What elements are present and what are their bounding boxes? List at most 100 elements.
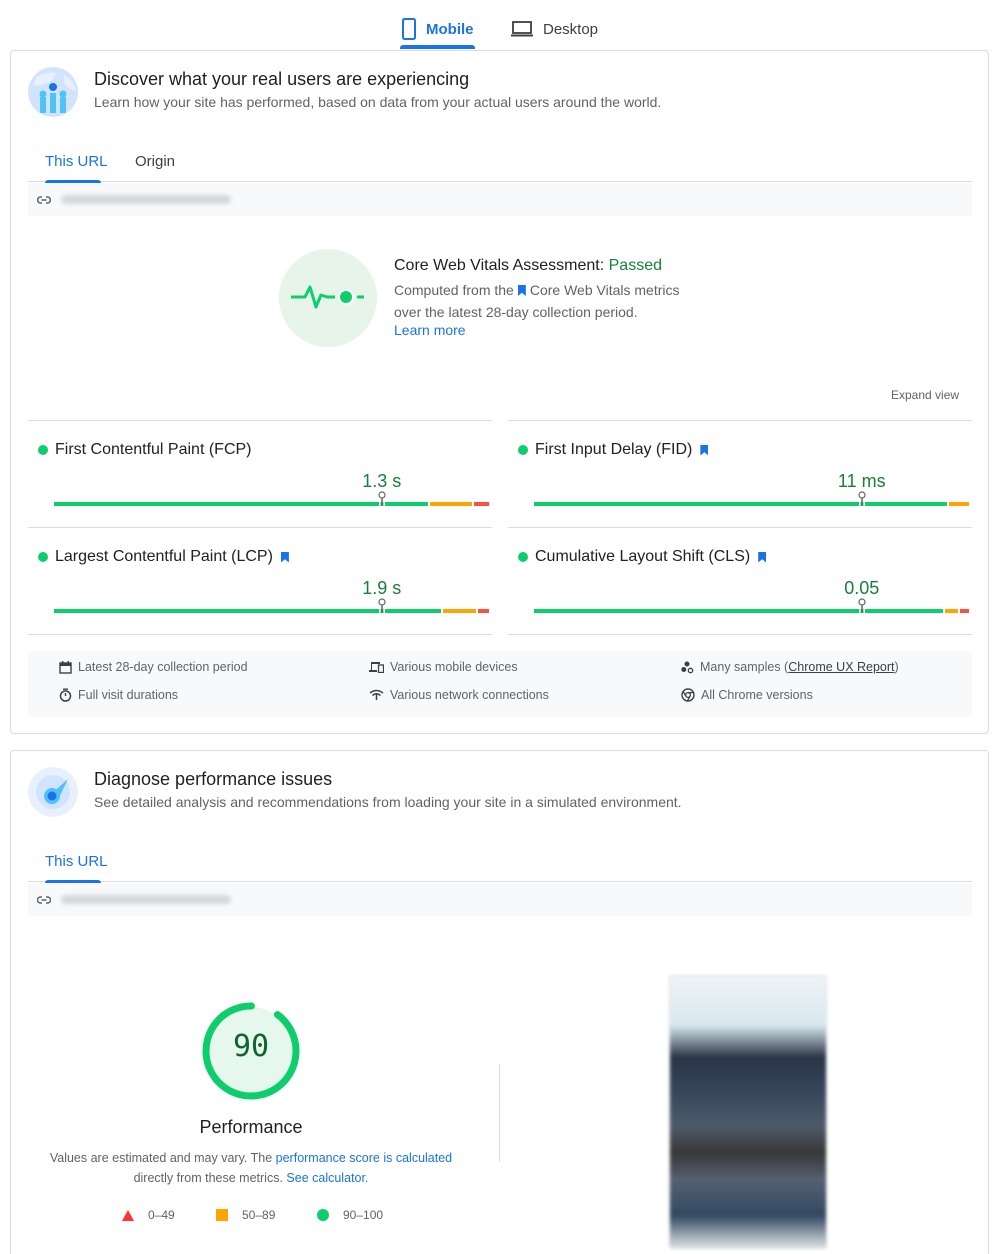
tab-mobile-label: Mobile (426, 20, 474, 38)
performance-description: Values are estimated and may vary. The p… (41, 1148, 461, 1188)
needs-improvement-segment (944, 609, 959, 613)
expand-view-button[interactable]: Expand view (891, 388, 959, 402)
field-url-tabs: This URL Origin (28, 140, 972, 183)
core-vital-bookmark-icon (280, 551, 289, 563)
url-text-blurred (61, 895, 231, 904)
info-network: Various network connections (369, 688, 549, 702)
calendar-icon (59, 660, 72, 674)
percentile-marker (378, 491, 386, 506)
info-chrome-text: All Chrome versions (701, 688, 813, 702)
timer-icon (59, 688, 72, 702)
legend-range: 50–89 (242, 1208, 276, 1222)
cwv-description: Computed from the Core Web Vitals metrics… (394, 280, 724, 323)
distribution-bar (54, 609, 491, 613)
distribution-bar (534, 609, 971, 613)
tab-this-url-label: This URL (45, 152, 108, 170)
info-network-text: Various network connections (390, 688, 549, 702)
tab-this-url[interactable]: This URL (45, 140, 108, 182)
samples-suffix: ) (894, 660, 899, 674)
lab-data-title: Diagnose performance issues (94, 769, 333, 789)
device-tabs: Mobile Desktop (0, 0, 1000, 50)
info-durations-text: Full visit durations (78, 688, 179, 702)
tab-this-url[interactable]: This URL (45, 840, 108, 882)
heartbeat-icon (291, 285, 364, 309)
bookmark-icon (517, 285, 526, 296)
metric-lcp[interactable]: Largest Contentful Paint (LCP) 1.9 s (28, 527, 492, 634)
users-globe-icon (28, 67, 78, 117)
poor-segment (477, 609, 489, 613)
tab-desktop[interactable]: Desktop (511, 10, 598, 48)
good-status-dot (518, 552, 528, 562)
page-screenshot-thumbnail (669, 975, 827, 1249)
url-bar (28, 183, 972, 216)
poor-segment (473, 502, 489, 506)
triangle-icon (122, 1209, 134, 1221)
devices-icon (369, 662, 384, 673)
distribution-bar (54, 502, 491, 506)
good-status-dot (38, 552, 48, 562)
samples-prefix: Many samples ( (700, 660, 789, 674)
tab-desktop-label: Desktop (543, 20, 599, 38)
percentile-marker (858, 598, 866, 613)
info-period-text: Latest 28-day collection period (78, 660, 248, 674)
vertical-divider (499, 1064, 500, 1162)
score-calculated-link[interactable]: performance score is calculated (276, 1151, 452, 1165)
metric-value: 11 ms (837, 471, 886, 491)
metric-name: First Contentful Paint (FCP) (55, 441, 252, 458)
network-icon (369, 689, 384, 700)
cwv-status: Passed (608, 257, 662, 274)
metric-fid[interactable]: First Input Delay (FID) 11 ms (508, 420, 972, 527)
needs-improvement-segment (442, 609, 476, 613)
cwv-assessment-title: Core Web Vitals Assessment: Passed (394, 257, 662, 275)
active-tab-indicator (400, 45, 475, 49)
chrome-ux-report-link[interactable]: Chrome UX Report (788, 660, 894, 674)
poor-segment (960, 609, 969, 613)
good-segment (534, 502, 948, 506)
metric-label: Largest Contentful Paint (LCP) (38, 548, 293, 566)
metric-name: Largest Contentful Paint (LCP) (55, 548, 273, 565)
lab-data-card: Diagnose performance issues See detailed… (10, 750, 989, 1254)
legend-poor: 0–49 (122, 1208, 175, 1222)
needs-improvement-segment (949, 502, 969, 506)
cwv-desc-part1: Computed from the (394, 282, 514, 298)
legend-range: 0–49 (148, 1208, 175, 1222)
metric-label: Cumulative Layout Shift (CLS) (518, 548, 770, 566)
needs-improvement-segment (429, 502, 472, 506)
perf-desc-part2: directly from these metrics. (133, 1171, 287, 1185)
legend-good: 90–100 (317, 1208, 383, 1222)
core-vital-bookmark-icon (700, 444, 709, 456)
smartphone-icon (402, 18, 416, 40)
metric-cls[interactable]: Cumulative Layout Shift (CLS) 0.05 (508, 527, 972, 634)
field-data-info: Latest 28-day collection period Full vis… (28, 651, 972, 717)
divider (508, 634, 972, 635)
divider (28, 634, 492, 635)
good-segment (54, 502, 428, 506)
good-status-dot (518, 445, 528, 455)
lab-url-tabs: This URL (28, 840, 972, 883)
tab-mobile[interactable]: Mobile (402, 10, 474, 48)
info-samples-text: Many samples (Chrome UX Report) (700, 660, 899, 674)
core-vital-bookmark-icon (758, 551, 767, 563)
cwv-title-prefix: Core Web Vitals Assessment: (394, 257, 605, 274)
metric-fcp[interactable]: First Contentful Paint (FCP) 1.3 s (28, 420, 492, 527)
tab-origin[interactable]: Origin (135, 140, 175, 182)
field-data-subtitle: Learn how your site has performed, based… (94, 94, 662, 110)
metric-name: First Input Delay (FID) (535, 441, 693, 458)
info-devices-text: Various mobile devices (390, 660, 518, 674)
metric-label: First Input Delay (FID) (518, 441, 712, 459)
learn-more-link[interactable]: Learn more (394, 322, 466, 338)
info-devices: Various mobile devices (369, 660, 518, 674)
link-icon (37, 895, 51, 904)
good-segment (534, 609, 943, 613)
lab-data-subtitle: See detailed analysis and recommendation… (94, 794, 682, 810)
circle-icon (317, 1209, 329, 1221)
laptop-icon (511, 21, 533, 37)
see-calculator-link[interactable]: See calculator. (286, 1171, 368, 1185)
gauge-speed-icon (28, 767, 78, 817)
percentile-marker (858, 491, 866, 506)
performance-score: 90 (232, 1029, 270, 1064)
percentile-marker (378, 598, 386, 613)
legend-range: 90–100 (343, 1208, 384, 1222)
cwv-icon-circle (279, 249, 377, 347)
field-data-title: Discover what your real users are experi… (94, 69, 470, 89)
